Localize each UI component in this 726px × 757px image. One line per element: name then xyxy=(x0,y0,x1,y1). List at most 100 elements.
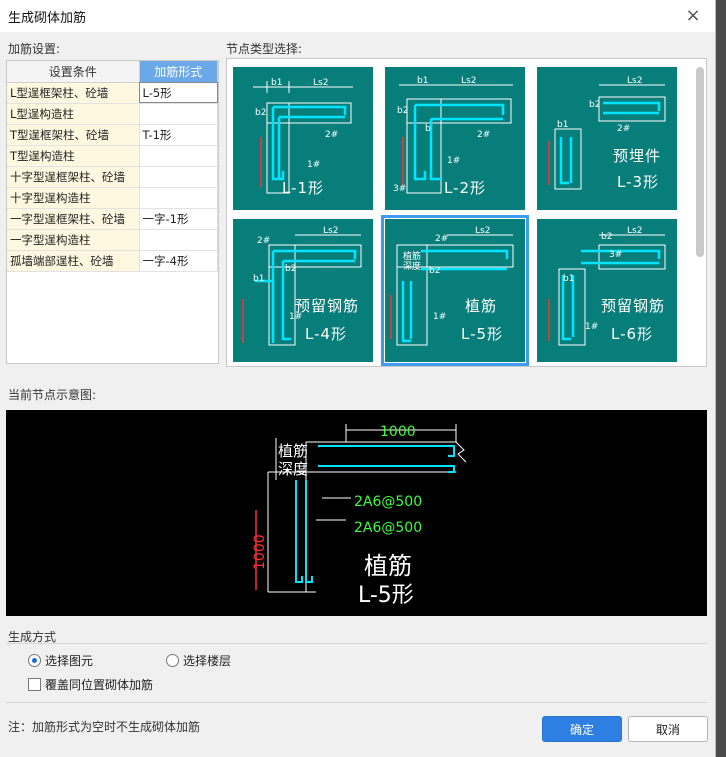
tile-subtitle: 预留钢筋 xyxy=(601,297,666,315)
dim-b2: b2 xyxy=(601,232,612,242)
table-row[interactable]: 一字型逞构造柱 xyxy=(7,229,218,251)
node-tile-l3[interactable]: Ls2 b2 b1 2# 预埋件 L-3形 xyxy=(537,67,677,210)
radio-label: 选择图元 xyxy=(45,654,94,668)
table-row[interactable]: 孤墙端部逞柱、砼墙 一字-4形 xyxy=(7,250,218,272)
radio-dot-checked[interactable] xyxy=(28,654,41,667)
bar-2-label: 2# xyxy=(435,234,448,244)
table-row[interactable]: 十字型逞构造柱 xyxy=(7,187,218,209)
bar-1-label: 1# xyxy=(447,156,460,166)
dim-ls2: Ls2 xyxy=(313,78,328,88)
tile-caption: L-6形 xyxy=(611,325,654,343)
condition-cell: L型逞框架柱、砼墙 xyxy=(7,82,140,104)
form-cell[interactable] xyxy=(139,187,218,209)
condition-cell: L型逞构造柱 xyxy=(7,103,140,125)
tile-subtitle: 预留钢筋 xyxy=(295,297,360,315)
tile-subtitle: 预埋件 xyxy=(613,147,662,165)
condition-cell: T型逞构造柱 xyxy=(7,145,140,167)
table-row[interactable]: L型逞构造柱 xyxy=(7,103,218,125)
divider xyxy=(6,702,707,703)
grid-scrollbar[interactable] xyxy=(696,67,704,257)
dialog-title: 生成砌体加筋 xyxy=(8,10,87,26)
node-tile-l4[interactable]: 2# Ls2 b2 b1 1# 预留钢筋 L-4形 xyxy=(233,219,373,362)
bar-upper-label: 2A6@500 xyxy=(354,494,422,510)
depth-line-2: 深度 xyxy=(278,460,308,478)
tile-caption: L-3形 xyxy=(617,173,660,191)
node-tile-l5[interactable]: 2# Ls2 植筋 深度 b2 1# 植筋 L-5形 xyxy=(381,215,529,366)
dialog-window: 生成砌体加筋 × 加筋设置: 设置条件 加筋形式 L型逞框架柱、砼墙 L-5形 L… xyxy=(0,0,716,757)
ok-button[interactable]: 确定 xyxy=(542,716,622,742)
preview-name-line-1: 植筋 xyxy=(364,552,412,580)
bar-2-label: 2# xyxy=(325,130,338,140)
node-tile-l1[interactable]: b1 Ls2 b2 2# 1# L-1形 xyxy=(233,67,373,210)
form-cell[interactable]: L-5形 xyxy=(139,82,218,104)
dim-b2: b2 xyxy=(397,106,408,116)
close-icon[interactable]: × xyxy=(683,6,703,26)
bar-3-label: 3# xyxy=(393,184,406,194)
background-window-edge xyxy=(716,0,726,757)
dim-b1: b1 xyxy=(417,76,428,86)
depth-line-1: 植筋 xyxy=(278,442,308,460)
form-cell[interactable]: 一字-4形 xyxy=(139,250,218,272)
footer-note: 注：加筋形式为空时不生成砌体加筋 xyxy=(8,720,201,734)
table-row[interactable]: T型逞构造柱 xyxy=(7,145,218,167)
bar-3-label: 3# xyxy=(609,250,622,260)
bar-2-label: 2# xyxy=(477,130,490,140)
dim-b: b xyxy=(425,124,431,134)
dim-b2: b2 xyxy=(589,100,600,110)
node-tile-l6[interactable]: Ls2 b2 3# b1 1# 预留钢筋 L-6形 xyxy=(537,219,677,362)
form-cell[interactable] xyxy=(139,166,218,188)
form-cell[interactable] xyxy=(139,229,218,251)
table-row[interactable]: L型逞框架柱、砼墙 L-5形 xyxy=(7,82,218,104)
settings-table: 设置条件 加筋形式 L型逞框架柱、砼墙 L-5形 L型逞构造柱 T型逞框架柱、砼墙… xyxy=(6,60,219,364)
bar-2-label: 2# xyxy=(617,124,630,134)
condition-cell: 十字型逞框架柱、砼墙 xyxy=(7,166,140,188)
l5-diagram: 2# Ls2 植筋 深度 b2 1# xyxy=(390,226,514,346)
radio-select-element[interactable]: 选择图元 xyxy=(28,652,93,669)
table-row[interactable]: T型逞框架柱、砼墙 T-1形 xyxy=(7,124,218,146)
table-row[interactable]: 十字型逞框架柱、砼墙 xyxy=(7,166,218,188)
cancel-button[interactable]: 取消 xyxy=(628,716,708,742)
dim-ls2: Ls2 xyxy=(323,226,338,236)
dim-b2: b2 xyxy=(429,266,440,276)
dim-ls2: Ls2 xyxy=(627,76,642,86)
condition-cell: 孤墙端部逞柱、砼墙 xyxy=(7,250,140,272)
node-section-label: 节点类型选择: xyxy=(226,42,303,56)
tile-caption: L-4形 xyxy=(305,325,348,343)
dim-b1: b1 xyxy=(557,120,568,130)
dim-b1: b1 xyxy=(271,78,282,88)
preview-drawing: 1000 1000 植筋 深度 2A6@500 2A6@500 植筋 L-5形 xyxy=(252,424,467,608)
dim-ls2: Ls2 xyxy=(627,226,642,236)
preview-canvas: 1000 1000 植筋 深度 2A6@500 2A6@500 植筋 L-5形 xyxy=(6,410,707,616)
condition-cell: 一字型逞框架柱、砼墙 xyxy=(7,208,140,230)
settings-section-label: 加筋设置: xyxy=(8,42,61,56)
radio-label: 选择楼层 xyxy=(183,654,232,668)
table-header-row: 设置条件 加筋形式 xyxy=(7,61,218,83)
tile-subtitle: 植筋 xyxy=(465,297,498,315)
depth-label-a: 植筋 xyxy=(403,250,421,262)
form-cell[interactable] xyxy=(139,145,218,167)
condition-cell: 十字型逞构造柱 xyxy=(7,187,140,209)
form-cell[interactable] xyxy=(139,103,218,125)
dim-ls2: Ls2 xyxy=(475,226,490,236)
dim-b2: b2 xyxy=(255,108,266,118)
radio-select-floor[interactable]: 选择楼层 xyxy=(166,652,231,669)
checkbox-box[interactable] xyxy=(28,678,41,691)
table-row[interactable]: 一字型逞框架柱、砼墙 一字-1形 xyxy=(7,208,218,230)
bar-1-label: 1# xyxy=(307,160,320,170)
form-cell[interactable]: 一字-1形 xyxy=(139,208,218,230)
node-tile-l2[interactable]: b1 Ls2 b2 b 2# 1# 3# L-2形 xyxy=(385,67,525,210)
dim-ls2: Ls2 xyxy=(461,76,476,86)
radio-dot[interactable] xyxy=(166,654,179,667)
form-cell[interactable]: T-1形 xyxy=(139,124,218,146)
override-checkbox[interactable]: 覆盖同位置砌体加筋 xyxy=(28,676,153,693)
bar-2-label: 2# xyxy=(257,236,270,246)
dim-top-label: 1000 xyxy=(380,424,416,440)
preview-section-label: 当前节点示意图: xyxy=(8,388,97,402)
dim-left-label: 1000 xyxy=(252,534,268,570)
bar-1-label: 1# xyxy=(433,312,446,322)
column-header-form: 加筋形式 xyxy=(139,61,218,83)
condition-cell: 一字型逞构造柱 xyxy=(7,229,140,251)
divider xyxy=(6,643,707,644)
dim-b1: b1 xyxy=(563,274,574,284)
tile-caption: L-5形 xyxy=(461,325,504,343)
